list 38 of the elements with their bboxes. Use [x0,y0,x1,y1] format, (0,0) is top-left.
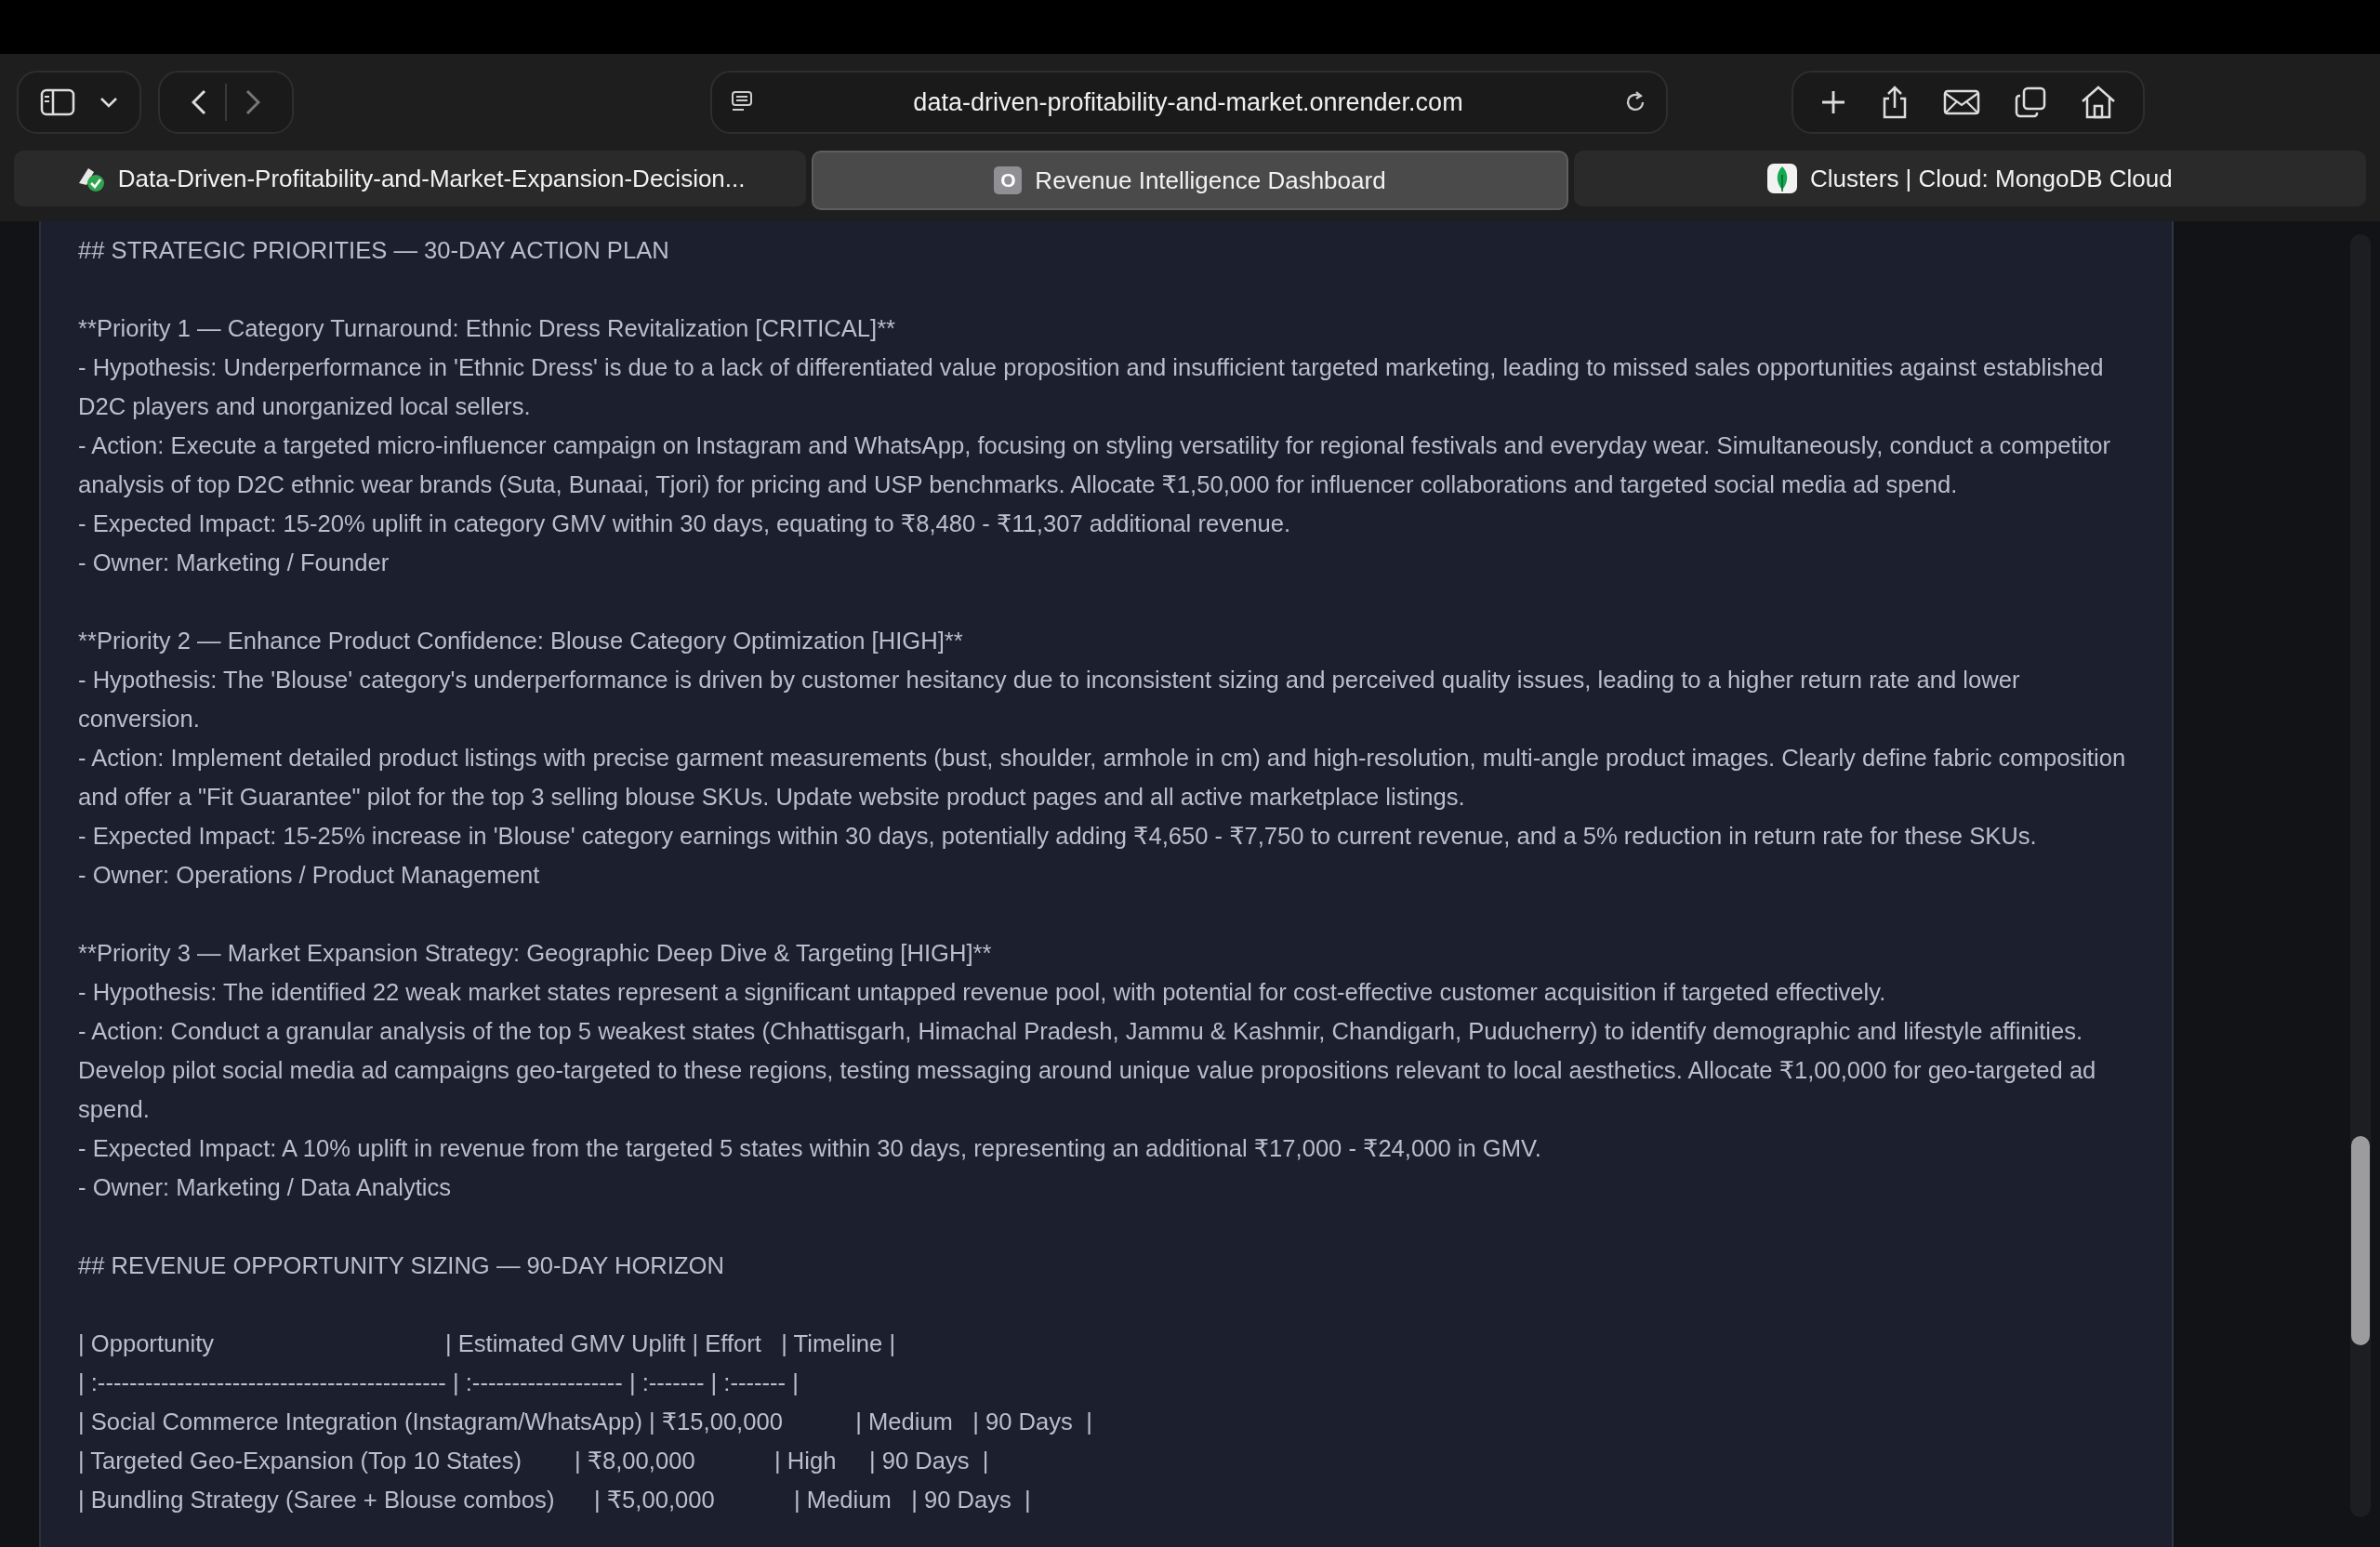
back-icon[interactable] [192,89,206,115]
home-icon[interactable] [2081,86,2117,119]
forward-icon[interactable] [245,89,260,115]
report-line: - Hypothesis: Underperformance in 'Ethnic Dress' is due to a lack of differentiated value proposition and insufficient targeted marketing, leading to missed sales opportunities against established D2C players and unorganized local sellers. [78,353,2105,421]
report-line: - Expected Impact: 15-20% uplift in category GMV within 30 days, equating to ₹8,480 - ₹11,307 additional revenue. [78,509,1291,538]
scrollbar-thumb[interactable] [2351,1136,2370,1345]
address-bar[interactable]: data-driven-profitability-and-market.onrender.com [710,71,1668,134]
report-line: | Bundling Strategy (Saree + Blouse combos) | ₹5,00,000 | Medium | 90 Days | [78,1486,1032,1514]
report-line: - Hypothesis: The identified 22 weak market states represent a significant untapped revenue pool, with potential for cost-effective customer acquisition if targeted effectively. [78,978,1887,1007]
browser-tab[interactable]: Clusters | Cloud: MongoDB Cloud [1573,151,2366,206]
report-line: - Owner: Marketing / Founder [78,549,390,577]
url-text: data-driven-profitability-and-market.onrender.com [912,87,1464,117]
report-line: - Hypothesis: The 'Blouse' category's underperformance is driven by customer hesitancy due to inconsistent sizing and perceived quality issues, leading to a higher return rate and lower conversion. [78,666,2021,734]
report-line: ## REVENUE OPPORTUNITY SIZING — 90-DAY HORIZON [78,1251,725,1280]
report-line: | Opportunity | Estimated GMV Uplift | Effort | Timeline | [78,1329,897,1358]
report-line: - Owner: Marketing / Data Analytics [78,1173,453,1202]
tabs-icon[interactable] [2015,86,2047,118]
report-line: | :-------------------------------------------- | :------------------- | :------- | :------- | [78,1368,800,1397]
report-line: - Expected Impact: A 10% uplift in revenue from the targeted 5 states within 30 days, representing an additional ₹17,000 - ₹24,000 in GMV. [78,1134,1542,1163]
mail-icon[interactable] [1942,89,1980,115]
report-line: **Priority 3 — Market Expansion Strategy: Geographic Deep Dive & Targeting [HIGH]** [78,939,993,968]
favicon-letter: O [994,166,1023,194]
report-line: - Action: Conduct a granular analysis of the top 5 weakest states (Chhattisgarh, Himachal Pradesh, Jammu & Kashmir, Chandigarh, Puducherry) to identify demographic and lifestyle affinities. Develop pilot social media ad campaigns geo-targeted to these regions, testing messaging around unique value propositions relevant to local aesthetics. Allocate ₹1,00,000 for geo-targeted ad spend. [78,1017,2097,1124]
report-line: - Expected Impact: 15-25% increase in 'Blouse' category earnings within 30 days, potentially adding ₹4,650 - ₹7,750 to current revenue, and a 5% reduction in return rate for these SKUs. [78,822,2038,851]
chevron-down-icon[interactable] [99,97,118,108]
report-line: ## STRATEGIC PRIORITIES — 30-DAY ACTION PLAN [78,236,670,265]
browser-tab[interactable]: O Revenue Intelligence Dashboard [812,151,1568,210]
report-line: **Priority 2 — Enhance Product Confidence: Blouse Category Optimization [HIGH]** [78,627,964,655]
browser-tab[interactable]: Data-Driven-Profitability-and-Market-Expansion-Decision... [14,151,807,206]
plus-icon[interactable] [1819,89,1846,115]
report-line: - Owner: Operations / Product Management [78,861,541,890]
leaf-icon [1767,164,1798,193]
report-line: - Action: Execute a targeted micro-influencer campaign on Instagram and WhatsApp, focusing on styling versatility for regional festivals and everyday wear. Simultaneously, conduct a competitor analysis of top D2C ethnic wear brands (Suta, Bunaai, Tjori) for pricing and USP benchmarks. Allocate ₹1,50,000 for influencer collaborations and targeted social media ad spend. [78,431,2112,499]
report-line: **Priority 1 — Category Turnaround: Ethnic Dress Revitalization [CRITICAL]** [78,314,897,343]
report-line: - Action: Implement detailed product listings with precise garment measurements (bust, shoulder, armhole in cm) and high-resolution, multi-angle product images. Clearly define fabric composition and offer a "Fit Guarantee" pilot for the top 3 selling blouse SKUs. Update website product pages and all active marketplace listings. [78,744,2127,812]
report-line: | Targeted Geo-Expansion (Top 10 States) | ₹8,00,000 | High | 90 Days | [78,1447,990,1475]
sidebar-icon[interactable] [40,88,75,116]
report-line: | Social Commerce Integration (Instagram/WhatsApp) | ₹15,00,000 | Medium | 90 Days | [78,1408,1093,1436]
